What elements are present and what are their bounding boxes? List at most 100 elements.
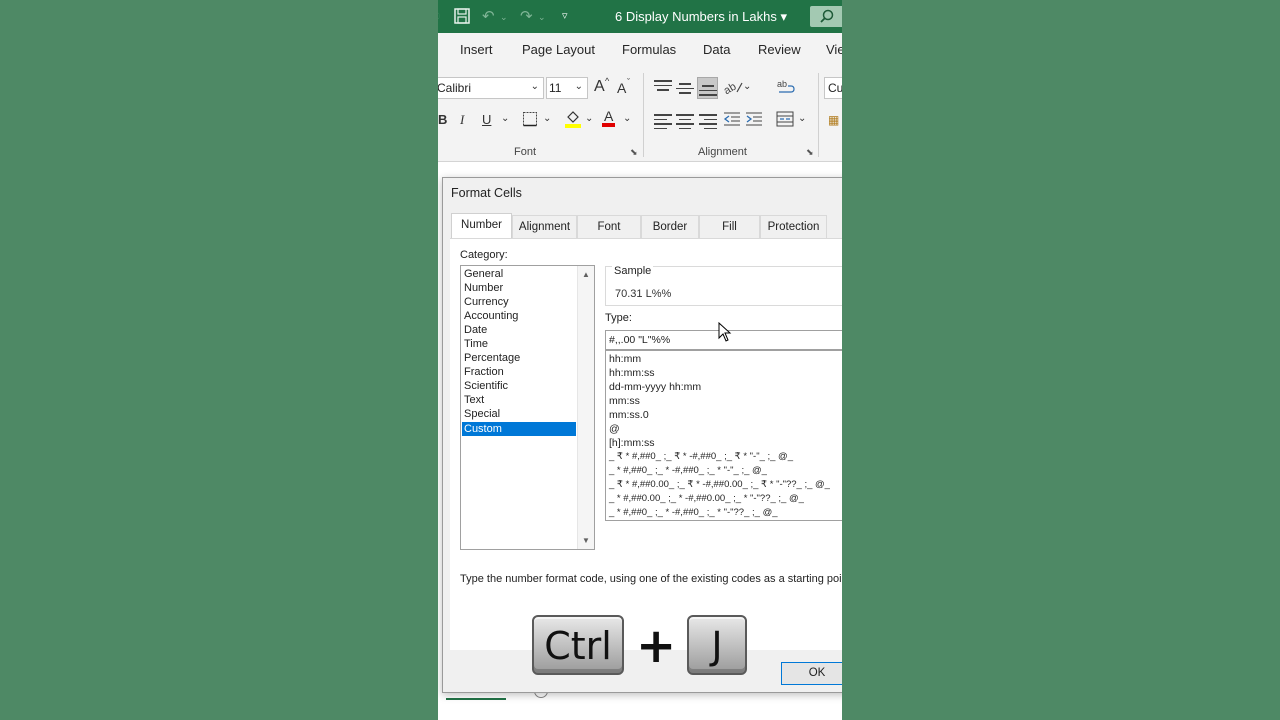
- title-bar: ◐ ↶ ⌄ ↷ ⌄ ▿ 6 Display Numbers in Lakhs ▾: [438, 0, 842, 33]
- list-item[interactable]: _ * #,##0_ ;_ * -#,##0_ ;_ * "-"??_ ;_ @…: [609, 506, 778, 520]
- decrease-indent-icon: [723, 112, 740, 126]
- ok-button[interactable]: OK: [781, 662, 842, 685]
- category-item[interactable]: Text: [462, 393, 576, 407]
- font-color-dropdown-icon[interactable]: ⌄: [623, 113, 631, 124]
- list-item[interactable]: _ ₹ * #,##0_ ;_ ₹ * -#,##0_ ;_ ₹ * "-"_ …: [609, 450, 793, 464]
- conditional-format-icon[interactable]: ▦: [828, 113, 839, 127]
- category-item[interactable]: Fraction: [462, 365, 576, 379]
- font-color-button[interactable]: A: [602, 109, 616, 127]
- align-top-icon[interactable]: [654, 80, 672, 94]
- chevron-down-icon: ⌄: [574, 81, 583, 92]
- tab-alignment[interactable]: Alignment: [512, 215, 577, 239]
- tab-fill[interactable]: Fill: [699, 215, 760, 239]
- category-item[interactable]: Scientific: [462, 379, 576, 393]
- tab-border[interactable]: Border: [641, 215, 699, 239]
- tab-font[interactable]: Font: [577, 215, 641, 239]
- font-name-select[interactable]: Calibri ⌄: [438, 77, 544, 99]
- decrease-indent-button[interactable]: [723, 111, 741, 130]
- wrap-text-icon: ab: [777, 79, 795, 93]
- tab-page-layout[interactable]: Page Layout: [522, 42, 595, 57]
- font-group-label: Font: [514, 146, 537, 158]
- search-box[interactable]: [810, 6, 842, 27]
- align-center-icon[interactable]: [676, 114, 694, 129]
- scroll-down-icon[interactable]: ▼: [582, 536, 590, 545]
- category-label: Category:: [460, 249, 508, 261]
- orientation-button[interactable]: ab: [722, 79, 744, 98]
- category-item[interactable]: Time: [462, 337, 576, 351]
- list-item[interactable]: dd-mm-yyyy hh:mm: [609, 380, 701, 394]
- tab-protection[interactable]: Protection: [760, 215, 827, 239]
- merge-dropdown-icon[interactable]: ⌄: [798, 113, 806, 124]
- underline-button[interactable]: U: [482, 112, 491, 127]
- font-dialog-launcher-icon[interactable]: ⬊: [630, 147, 638, 158]
- increase-indent-button[interactable]: [745, 111, 763, 130]
- number-format-select[interactable]: Cu: [824, 77, 842, 99]
- tab-formulas[interactable]: Formulas: [622, 42, 676, 57]
- font-size-select[interactable]: 11 ⌄: [546, 77, 588, 99]
- list-item[interactable]: _ * #,##0.00_ ;_ * -#,##0.00_ ;_ * "-"??…: [609, 492, 804, 506]
- tab-review[interactable]: Review: [758, 42, 801, 57]
- category-item[interactable]: Accounting: [462, 309, 576, 323]
- category-item[interactable]: Date: [462, 323, 576, 337]
- ribbon: Calibri ⌄ 11 ⌄ A ^ A ˇ B I U ⌄ ⌄ ⌄ A ⌄ Fon…: [438, 67, 842, 162]
- save-icon[interactable]: [454, 8, 470, 28]
- italic-button[interactable]: I: [460, 112, 464, 128]
- fill-color-icon: [565, 111, 581, 128]
- search-icon: [820, 9, 834, 23]
- tab-insert[interactable]: Insert: [460, 42, 493, 57]
- category-item[interactable]: Currency: [462, 295, 576, 309]
- shrink-font-button[interactable]: A: [617, 80, 626, 96]
- category-item[interactable]: Percentage: [462, 351, 576, 365]
- type-label: Type:: [605, 312, 632, 324]
- shrink-font-arrow-icon: ˇ: [627, 77, 630, 87]
- list-item[interactable]: _ * #,##0_ ;_ * -#,##0_ ;_ * "-"_ ;_ @_: [609, 464, 767, 478]
- redo-icon[interactable]: ↷: [520, 7, 533, 25]
- category-item[interactable]: Special: [462, 407, 576, 421]
- undo-icon[interactable]: ↶: [482, 7, 495, 25]
- tab-number[interactable]: Number: [451, 213, 512, 239]
- document-title[interactable]: 6 Display Numbers in Lakhs ▾: [615, 9, 787, 25]
- orientation-icon: ab: [722, 81, 743, 97]
- type-list[interactable]: hh:mm hh:mm:ss dd-mm-yyyy hh:mm mm:ss mm…: [605, 350, 842, 521]
- borders-dropdown-icon[interactable]: ⌄: [543, 113, 551, 124]
- category-item[interactable]: General: [462, 267, 576, 281]
- undo-dropdown-icon[interactable]: ⌄: [500, 12, 508, 23]
- list-item[interactable]: hh:mm:ss: [609, 366, 655, 380]
- list-item[interactable]: [h]:mm:ss: [609, 436, 655, 450]
- redo-dropdown-icon[interactable]: ⌄: [538, 12, 546, 23]
- align-right-icon[interactable]: [699, 114, 717, 129]
- fill-color-button[interactable]: [564, 109, 582, 132]
- ribbon-tabs: Insert Page Layout Formulas Data Review …: [438, 33, 842, 67]
- list-item[interactable]: _ ₹ * #,##0.00_ ;_ ₹ * -#,##0.00_ ;_ ₹ *…: [609, 478, 830, 492]
- list-item[interactable]: mm:ss: [609, 394, 640, 408]
- category-list[interactable]: General Number Currency Accounting Date …: [460, 265, 595, 550]
- autosave-toggle-icon[interactable]: ◐: [438, 7, 441, 24]
- orientation-dropdown-icon[interactable]: ⌄: [743, 81, 751, 92]
- borders-icon: [523, 112, 537, 127]
- list-item[interactable]: @: [609, 422, 620, 436]
- scroll-up-icon[interactable]: ▲: [582, 270, 590, 279]
- grow-font-button[interactable]: A: [594, 78, 605, 96]
- category-item-selected[interactable]: Custom: [462, 422, 576, 436]
- align-bottom-icon: [699, 85, 717, 99]
- list-item[interactable]: hh:mm: [609, 352, 641, 366]
- alignment-dialog-launcher-icon[interactable]: ⬊: [806, 147, 814, 158]
- sample-value: 70.31 L%%: [615, 288, 672, 300]
- align-middle-icon[interactable]: [676, 83, 694, 97]
- sample-group: Sample 70.31 L%%: [605, 265, 842, 306]
- fill-color-dropdown-icon[interactable]: ⌄: [585, 113, 593, 124]
- tab-view[interactable]: Vie: [826, 42, 842, 57]
- bold-button[interactable]: B: [438, 112, 447, 127]
- excel-window: ◐ ↶ ⌄ ↷ ⌄ ▿ 6 Display Numbers in Lakhs ▾…: [438, 0, 842, 720]
- category-scrollbar[interactable]: ▲ ▼: [577, 266, 594, 549]
- tab-data[interactable]: Data: [703, 42, 730, 57]
- align-left-icon[interactable]: [654, 114, 672, 129]
- wrap-text-button[interactable]: ab: [777, 78, 795, 99]
- sample-label: Sample: [612, 265, 654, 277]
- customize-toolbar-icon[interactable]: ▿: [562, 9, 568, 22]
- list-item[interactable]: mm:ss.0: [609, 408, 649, 422]
- borders-button[interactable]: [522, 111, 538, 130]
- underline-dropdown-icon[interactable]: ⌄: [501, 113, 509, 124]
- category-item[interactable]: Number: [462, 281, 576, 295]
- merge-center-button[interactable]: [776, 111, 794, 130]
